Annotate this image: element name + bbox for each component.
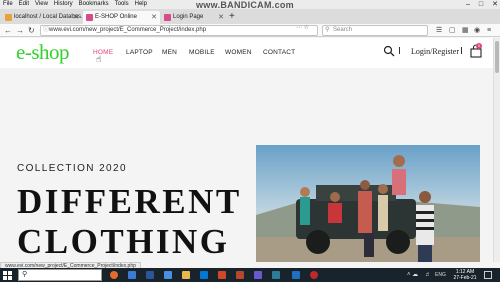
browser-tabbar: localhost / Local Databas... ✕ E-SHOP On… xyxy=(0,9,500,24)
reload-icon[interactable]: ↻ xyxy=(28,25,35,36)
collection-label: COLLECTION 2020 xyxy=(17,163,127,174)
url-bar[interactable]: ⓘ www.evi.com/new_project/E_Commerce_Pro… xyxy=(40,25,318,36)
system-tray-icons[interactable]: ˄ ☁ xyxy=(407,270,418,280)
search-icon[interactable] xyxy=(383,45,395,57)
menu-bookmarks[interactable]: Bookmarks xyxy=(79,0,109,9)
tab-eshop[interactable]: E-SHOP Online ✕ xyxy=(83,11,160,24)
vscode-icon[interactable] xyxy=(292,271,300,279)
volume-icon[interactable]: ♬ xyxy=(425,270,431,280)
file-explorer-icon[interactable] xyxy=(182,271,190,279)
hamburger-menu-icon[interactable]: ≡ xyxy=(487,26,491,35)
tab-close-icon[interactable]: ✕ xyxy=(73,11,79,24)
hand-cursor-icon: ☝ xyxy=(96,54,102,64)
clock-date: 27-Feb-21 xyxy=(453,275,477,281)
firefox-account-icon[interactable]: ◉ xyxy=(474,26,480,35)
menu-view[interactable]: View xyxy=(35,0,48,9)
menu-history[interactable]: History xyxy=(54,0,73,9)
nav-women[interactable]: WOMEN xyxy=(225,49,252,57)
menu-file[interactable]: File xyxy=(3,0,13,9)
forward-icon[interactable]: → xyxy=(16,25,24,36)
tab-title: E-SHOP Online xyxy=(95,14,137,20)
new-tab-icon[interactable]: + xyxy=(229,10,235,23)
site-header: e-shop HOME LAPTOP MEN MOBILE WOMEN CONT… xyxy=(0,38,493,68)
windows-start-icon[interactable] xyxy=(3,271,12,280)
library-icon[interactable]: ☰ xyxy=(436,26,442,35)
site-favicon-icon xyxy=(86,14,93,21)
language-indicator[interactable]: ENG xyxy=(435,270,446,280)
menu-tools[interactable]: Tools xyxy=(115,0,129,9)
site-info-icon[interactable]: ⓘ xyxy=(43,26,49,35)
phpmyadmin-icon xyxy=(5,14,12,21)
app-icon[interactable] xyxy=(272,271,280,279)
minimize-icon[interactable]: – xyxy=(466,0,470,9)
tab-close-icon[interactable]: ✕ xyxy=(218,11,224,24)
windows-taskbar: ⚲ ˄ ☁ ♬ ENG 1:12 AM 27-Feb-21 xyxy=(0,268,500,282)
browser-navbar: ← → ↻ ⓘ www.evi.com/new_project/E_Commer… xyxy=(0,24,500,37)
close-icon[interactable]: ✕ xyxy=(492,0,498,9)
login-register-link[interactable]: Login/Register xyxy=(411,47,459,56)
extension-icon[interactable]: ▦ xyxy=(462,26,469,35)
bandicam-icon[interactable] xyxy=(310,271,318,279)
edge-icon[interactable] xyxy=(164,271,172,279)
maximize-icon[interactable]: □ xyxy=(479,0,483,9)
url-text: www.evi.com/new_project/E_Commerce_Proje… xyxy=(49,27,207,33)
back-icon[interactable]: ← xyxy=(4,25,12,36)
taskbar-search-input[interactable]: ⚲ xyxy=(18,269,102,281)
tab-localhost[interactable]: localhost / Local Databas... ✕ xyxy=(2,11,86,24)
search-placeholder: Search xyxy=(333,27,353,33)
url-actions[interactable]: ⋯ ☆ xyxy=(296,24,309,33)
nav-laptop[interactable]: LAPTOP xyxy=(126,49,153,57)
page-content: e-shop HOME LAPTOP MEN MOBILE WOMEN CONT… xyxy=(0,38,493,262)
divider xyxy=(399,47,400,54)
nav-men[interactable]: MEN xyxy=(162,49,177,57)
word-icon[interactable] xyxy=(146,271,154,279)
search-icon: ⚲ xyxy=(22,271,28,278)
hero-image xyxy=(256,145,480,262)
search-bar[interactable]: ⚲ Search xyxy=(322,25,428,36)
hero-headline-line1: DIFFERENT xyxy=(17,182,242,221)
app-icon[interactable] xyxy=(254,271,262,279)
nav-mobile[interactable]: MOBILE xyxy=(189,49,215,57)
taskbar-clock[interactable]: 1:12 AM 27-Feb-21 xyxy=(452,269,478,281)
hero-headline-line2: CLOTHING xyxy=(17,222,230,261)
notification-icon[interactable] xyxy=(484,271,492,279)
nav-contact[interactable]: CONTACT xyxy=(263,49,295,57)
site-logo[interactable]: e-shop xyxy=(16,40,70,65)
app-icon[interactable] xyxy=(236,271,244,279)
store-icon[interactable] xyxy=(200,271,208,279)
window-controls: – □ ✕ xyxy=(466,0,498,9)
firefox-icon[interactable] xyxy=(110,271,118,279)
tab-title: Login Page xyxy=(173,14,204,20)
menu-help[interactable]: Help xyxy=(135,0,147,9)
search-icon: ⚲ xyxy=(325,27,330,33)
powerpoint-icon[interactable] xyxy=(218,271,226,279)
sidebar-icon[interactable]: ▢ xyxy=(449,26,456,35)
menu-edit[interactable]: Edit xyxy=(19,0,29,9)
taskview-icon[interactable] xyxy=(128,271,136,279)
divider xyxy=(461,47,462,54)
tab-login[interactable]: Login Page ✕ xyxy=(161,11,227,24)
page-scrollbar-thumb[interactable] xyxy=(495,41,499,73)
cart-count-badge: 0 xyxy=(476,43,482,49)
tab-close-icon[interactable]: ✕ xyxy=(151,11,157,24)
site-favicon-icon xyxy=(164,14,171,21)
